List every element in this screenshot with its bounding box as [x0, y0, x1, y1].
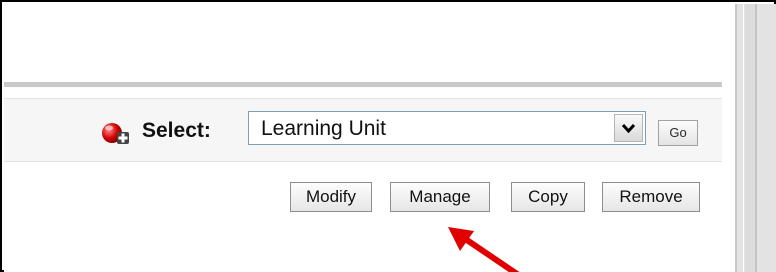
chevron-down-icon: [621, 123, 636, 134]
select-label: Select:: [142, 119, 211, 142]
dropdown-toggle-button[interactable]: [614, 114, 643, 142]
pointer-arrow-annotation: [448, 227, 520, 272]
page-content: Select: Learning Unit Go Modify Manage C…: [4, 4, 735, 272]
screenshot-frame: Select: Learning Unit Go Modify Manage C…: [0, 0, 776, 272]
modify-button[interactable]: Modify: [290, 182, 372, 212]
scrollbar-gutter[interactable]: [735, 4, 776, 272]
select-toolbar: Select: Learning Unit Go: [4, 98, 722, 162]
copy-button[interactable]: Copy: [511, 182, 585, 212]
manage-button[interactable]: Manage: [390, 182, 490, 212]
add-select-icon[interactable]: [101, 121, 131, 147]
go-button[interactable]: Go: [658, 120, 698, 146]
unit-type-dropdown[interactable]: Learning Unit: [248, 111, 646, 145]
action-buttons: Modify Manage Copy Remove: [4, 182, 735, 214]
remove-button[interactable]: Remove: [602, 182, 700, 212]
section-divider: [4, 82, 722, 87]
dropdown-selected-value: Learning Unit: [261, 117, 386, 140]
